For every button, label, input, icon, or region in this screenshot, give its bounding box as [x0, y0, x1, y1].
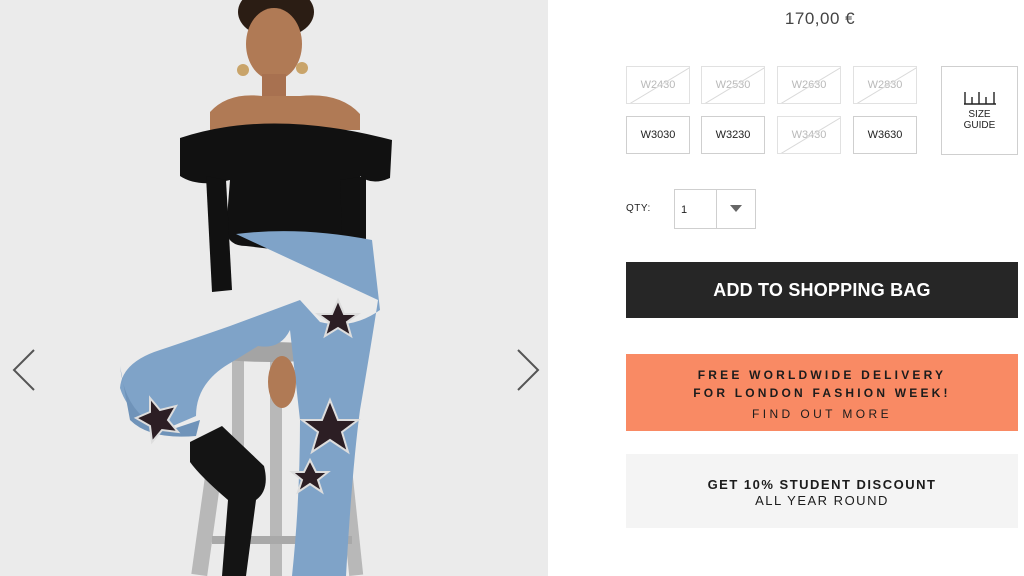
find-out-more-link[interactable]: FIND OUT MORE: [626, 407, 1018, 421]
size-guide-button[interactable]: SIZE GUIDE: [941, 66, 1018, 155]
add-to-shopping-bag-button[interactable]: ADD TO SHOPPING BAG: [626, 262, 1018, 318]
size-guide-label: SIZE GUIDE: [963, 108, 996, 131]
next-image-button[interactable]: [512, 346, 542, 394]
free-delivery-promo-banner[interactable]: FREE WORLDWIDE DELIVERY FOR LONDON FASHI…: [626, 354, 1018, 431]
size-label: W3030: [640, 129, 676, 141]
product-image-gallery: [0, 0, 548, 576]
size-label: W3630: [867, 129, 903, 141]
size-option[interactable]: W3630: [853, 116, 917, 154]
size-option[interactable]: W2830: [853, 66, 917, 104]
size-option[interactable]: W2530: [701, 66, 765, 104]
size-label: W2830: [867, 79, 903, 91]
size-label: W2430: [640, 79, 676, 91]
size-option[interactable]: W2630: [777, 66, 841, 104]
size-option[interactable]: W3030: [626, 116, 690, 154]
quantity-select[interactable]: 1: [674, 189, 756, 229]
previous-image-button[interactable]: [10, 346, 40, 394]
size-label: W3430: [791, 129, 827, 141]
promo-line-1: FREE WORLDWIDE DELIVERY: [697, 368, 947, 382]
chevron-right-icon: [517, 349, 540, 391]
promo-line-2: FOR LONDON FASHION WEEK!: [693, 386, 951, 400]
student-discount-banner[interactable]: GET 10% STUDENT DISCOUNT ALL YEAR ROUND: [626, 454, 1018, 528]
ruler-icon: [963, 91, 996, 105]
size-option[interactable]: W3230: [701, 116, 765, 154]
size-label: W3230: [715, 129, 751, 141]
chevron-left-icon: [12, 349, 35, 391]
size-label: W2630: [791, 79, 827, 91]
quantity-label: QTY:: [626, 203, 651, 214]
chevron-down-icon: [730, 205, 742, 212]
product-photo: [0, 0, 548, 576]
size-option[interactable]: W2430: [626, 66, 690, 104]
size-option[interactable]: W3430: [777, 116, 841, 154]
quantity-value: 1: [675, 190, 717, 228]
product-price: 170,00 €: [784, 9, 856, 28]
student-discount-line-1: GET 10% STUDENT DISCOUNT: [707, 477, 937, 492]
student-discount-line-2: ALL YEAR ROUND: [755, 493, 889, 508]
size-label: W2530: [715, 79, 751, 91]
